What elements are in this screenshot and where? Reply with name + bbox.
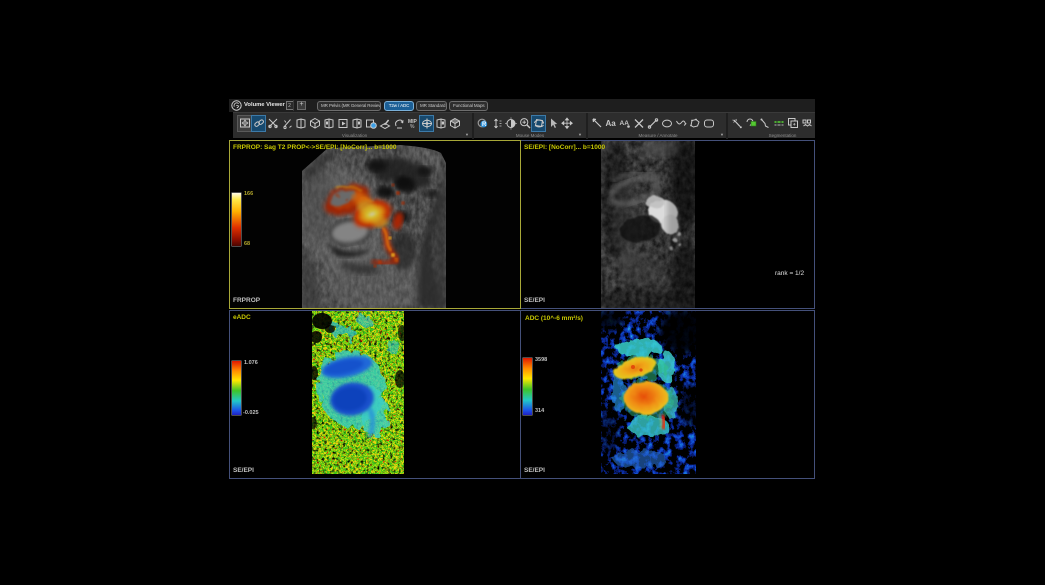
svg-text:R: R <box>482 122 487 128</box>
svg-text:%: % <box>410 124 415 130</box>
svg-text:Aa: Aa <box>605 119 616 128</box>
